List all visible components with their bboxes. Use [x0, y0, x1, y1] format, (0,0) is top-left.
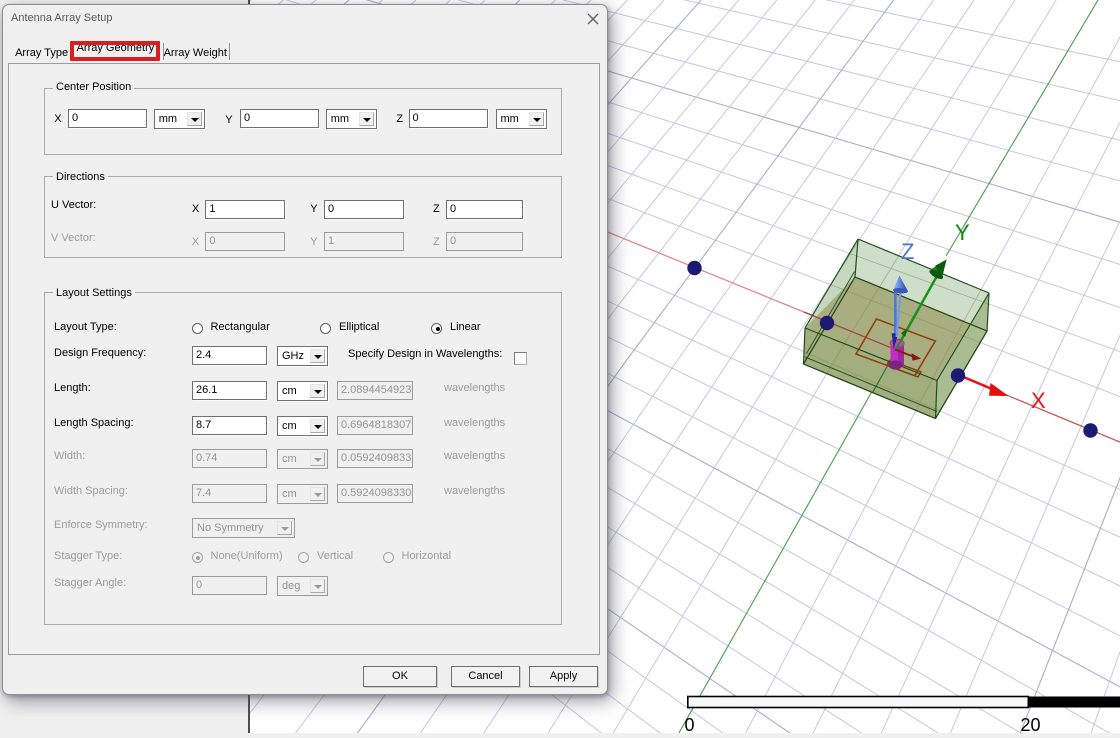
svg-text:20: 20	[1021, 715, 1041, 733]
svg-text:Z: Z	[901, 239, 914, 264]
svg-text:0: 0	[685, 715, 695, 733]
svg-text:Y: Y	[955, 220, 970, 245]
svg-text:X: X	[1031, 388, 1046, 413]
